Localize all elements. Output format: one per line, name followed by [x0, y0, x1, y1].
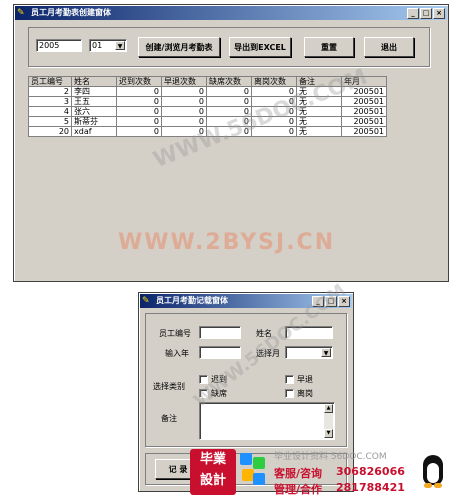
manage-label: 管理/合作: [274, 483, 323, 496]
col-header[interactable]: 早退次数: [161, 76, 207, 87]
logo-line1: 毕業: [199, 452, 226, 467]
manage-qq: 281788421: [336, 481, 405, 494]
reset-button[interactable]: 重置: [304, 37, 354, 57]
year-input[interactable]: 2005: [36, 39, 82, 52]
app-icon: ✎: [17, 8, 25, 18]
cell-name[interactable]: xdaf: [71, 126, 117, 137]
cell-late[interactable]: 0: [116, 86, 162, 97]
watermark-2bysj: WWW.2BYSJ.CN: [118, 230, 336, 255]
col-header[interactable]: 姓名: [71, 76, 117, 87]
cell-yearmonth[interactable]: 200501: [341, 106, 387, 117]
cell-emp-id[interactable]: 4: [28, 106, 72, 117]
cell-early[interactable]: 0: [161, 86, 207, 97]
cell-emp-id[interactable]: 20: [28, 126, 72, 137]
cell-late[interactable]: 0: [116, 96, 162, 107]
penguin-icon: [420, 455, 446, 489]
col-header[interactable]: 缺席次数: [206, 76, 252, 87]
checkbox-box[interactable]: [285, 389, 294, 398]
window1-titlebar[interactable]: ✎ 员工月考勤表创建窗体 _ □ ×: [15, 6, 447, 20]
cell-yearmonth[interactable]: 200501: [341, 96, 387, 107]
kefu-label: 客服/咨询: [274, 467, 323, 480]
cell-emp-id[interactable]: 2: [28, 86, 72, 97]
logo-badge: 毕業 設計: [190, 449, 236, 495]
category-label: 选择类别: [153, 382, 185, 391]
site-text: 毕业设计资料 56DOC.COM: [274, 452, 387, 462]
table-row[interactable]: 5 斯蒂芬 0 0 0 0 无 200501: [28, 116, 387, 127]
cell-name[interactable]: 张六: [71, 106, 117, 117]
maximize-button[interactable]: □: [420, 8, 432, 19]
month-select-value: 01: [92, 41, 103, 50]
table-row[interactable]: 4 张六 0 0 0 0 无 200501: [28, 106, 387, 117]
remark-scrollbar[interactable]: ▲ ▼: [324, 404, 333, 438]
col-header[interactable]: 离岗次数: [251, 76, 297, 87]
month-select[interactable]: 01 ▼: [89, 39, 127, 52]
minimize-button[interactable]: _: [407, 8, 419, 19]
year-label: 输入年: [165, 349, 189, 358]
col-header[interactable]: 员工编号: [28, 76, 72, 87]
cell-late[interactable]: 0: [116, 106, 162, 117]
col-header[interactable]: 迟到次数: [116, 76, 162, 87]
early-label: 早退: [297, 375, 313, 384]
cell-early[interactable]: 0: [161, 116, 207, 127]
cell-remark[interactable]: 无: [296, 126, 342, 137]
app-icon: ✎: [142, 296, 150, 306]
cell-name[interactable]: 李四: [71, 86, 117, 97]
logo-line2: 設計: [199, 473, 226, 488]
close-button[interactable]: ×: [433, 8, 445, 19]
create-browse-button[interactable]: 创建/浏览月考勤表: [138, 37, 220, 57]
scroll-down-icon[interactable]: ▼: [324, 429, 333, 438]
export-excel-button[interactable]: 导出到EXCEL: [229, 37, 291, 57]
puzzle-icon: [240, 453, 266, 493]
month-select-2[interactable]: ▼: [285, 346, 333, 359]
cell-yearmonth[interactable]: 200501: [341, 116, 387, 127]
emp-id-input[interactable]: [199, 326, 241, 339]
window2-title: 员工月考勤记载窗体: [156, 296, 228, 305]
cell-name[interactable]: 王五: [71, 96, 117, 107]
emp-id-label: 员工编号: [159, 329, 191, 338]
cell-early[interactable]: 0: [161, 106, 207, 117]
year-input-2[interactable]: [199, 346, 241, 359]
leave-checkbox[interactable]: 离岗: [285, 388, 313, 399]
cell-yearmonth[interactable]: 200501: [341, 126, 387, 137]
cell-absent[interactable]: 0: [206, 86, 252, 97]
cell-early[interactable]: 0: [161, 96, 207, 107]
cell-absent[interactable]: 0: [206, 96, 252, 107]
cell-emp-id[interactable]: 3: [28, 96, 72, 107]
remark-label: 备注: [161, 414, 177, 423]
cell-remark[interactable]: 无: [296, 116, 342, 127]
promo-banner: 毕業 設計 毕业设计资料 56DOC.COM 客服/咨询 306826066 管…: [190, 445, 457, 498]
cell-late[interactable]: 0: [116, 116, 162, 127]
early-checkbox[interactable]: 早退: [285, 374, 313, 385]
cell-late[interactable]: 0: [116, 126, 162, 137]
scroll-up-icon[interactable]: ▲: [324, 404, 333, 413]
window1-title: 员工月考勤表创建窗体: [31, 8, 111, 17]
cell-name[interactable]: 斯蒂芬: [71, 116, 117, 127]
remark-textarea[interactable]: ▲ ▼: [199, 402, 335, 440]
checkbox-box[interactable]: [285, 375, 294, 384]
kefu-qq: 306826066: [336, 465, 405, 478]
cell-emp-id[interactable]: 5: [28, 116, 72, 127]
exit-button[interactable]: 退出: [364, 37, 414, 57]
chevron-down-icon[interactable]: ▼: [321, 348, 331, 357]
chevron-down-icon[interactable]: ▼: [115, 41, 125, 50]
leave-label: 离岗: [297, 389, 313, 398]
